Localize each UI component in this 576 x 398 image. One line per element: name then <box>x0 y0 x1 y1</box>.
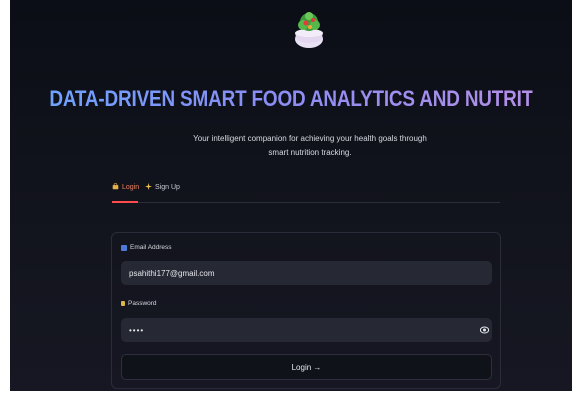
app-window: DATA-DRIVEN SMART FOOD ANALYTICS AND NUT… <box>10 0 572 391</box>
auth-tabs: Login Sign Up <box>112 180 500 203</box>
subtitle-line-2: smart nutrition tracking. <box>268 148 352 157</box>
salad-bowl-icon <box>295 12 323 48</box>
login-form: Email Address Password Login → <box>111 232 501 389</box>
password-label: Password <box>121 300 157 307</box>
email-label-text: Email Address <box>130 244 172 251</box>
subtitle-line-1: Your intelligent companion for achieving… <box>193 134 427 143</box>
tab-login[interactable]: Login <box>112 183 139 192</box>
lock-icon <box>121 301 125 306</box>
password-field[interactable] <box>121 318 492 342</box>
key-icon <box>112 183 119 192</box>
tab-login-label: Login <box>122 184 140 191</box>
eye-icon[interactable] <box>480 326 489 334</box>
active-tab-indicator <box>112 201 138 203</box>
sparkles-icon <box>145 183 152 192</box>
page-title: DATA-DRIVEN SMART FOOD ANALYTICS AND NUT… <box>49 86 572 111</box>
email-field[interactable] <box>121 261 492 285</box>
tab-signup-label: Sign Up <box>155 184 180 191</box>
tab-signup[interactable]: Sign Up <box>145 183 180 192</box>
email-label: Email Address <box>121 244 172 251</box>
email-icon <box>121 244 127 251</box>
login-button[interactable]: Login → <box>121 354 492 380</box>
page-subtitle: Your intelligent companion for achieving… <box>190 132 430 160</box>
password-label-text: Password <box>128 300 157 307</box>
